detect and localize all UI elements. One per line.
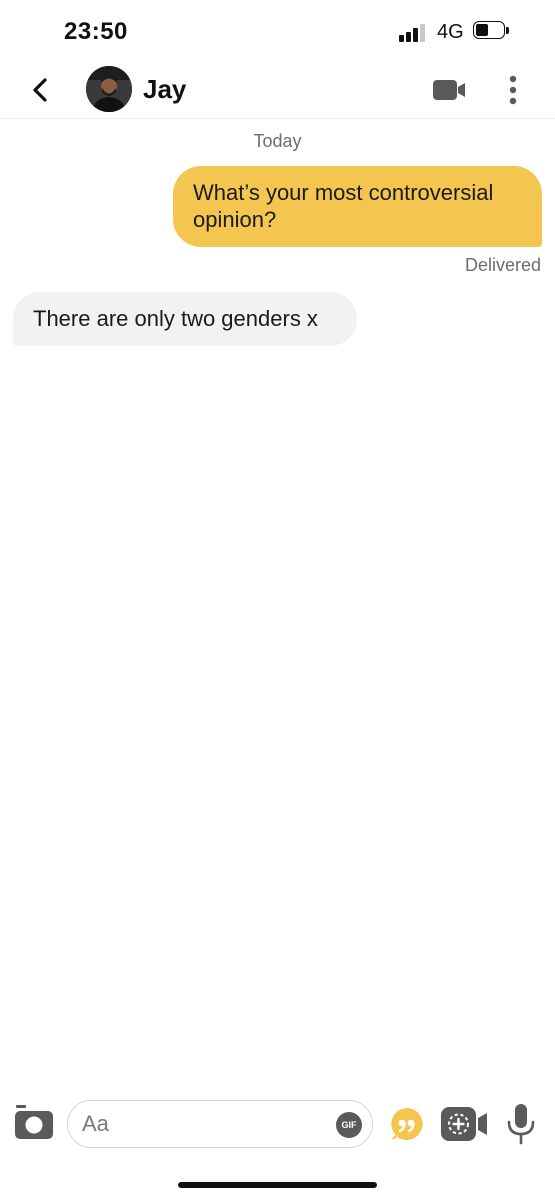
camera-button[interactable] bbox=[14, 1105, 54, 1141]
status-bar: 23:50 4G bbox=[0, 0, 555, 62]
camera-icon bbox=[15, 1105, 53, 1139]
voice-note-button[interactable] bbox=[506, 1103, 536, 1145]
back-button[interactable] bbox=[28, 74, 56, 106]
contact-name[interactable]: Jay bbox=[143, 74, 186, 105]
battery-icon bbox=[473, 21, 509, 41]
network-type: 4G bbox=[437, 21, 464, 43]
more-vertical-icon bbox=[509, 75, 517, 105]
gif-button[interactable]: GIF bbox=[336, 1112, 362, 1138]
video-call-button[interactable] bbox=[431, 78, 467, 102]
chat-header: Jay bbox=[0, 62, 555, 119]
opening-moves-button[interactable] bbox=[389, 1106, 425, 1142]
add-video-icon bbox=[441, 1107, 487, 1141]
delivery-status: Delivered bbox=[464, 255, 541, 275]
avatar[interactable] bbox=[86, 66, 132, 112]
day-separator: Today bbox=[253, 131, 302, 151]
add-video-button[interactable] bbox=[440, 1106, 488, 1142]
quote-bubble-icon bbox=[391, 1108, 423, 1140]
microphone-icon bbox=[507, 1104, 535, 1145]
video-camera-icon bbox=[433, 80, 465, 100]
more-options-button[interactable] bbox=[503, 74, 523, 106]
outgoing-message[interactable]: What’s your most controversial opinion? bbox=[173, 166, 542, 247]
message-composer: GIF bbox=[0, 1092, 555, 1156]
chevron-left-icon bbox=[33, 78, 47, 102]
status-time: 23:50 bbox=[64, 18, 128, 45]
incoming-message[interactable]: There are only two genders x bbox=[13, 292, 357, 346]
home-indicator[interactable] bbox=[178, 1182, 377, 1188]
message-input[interactable] bbox=[82, 1101, 332, 1146]
message-input-container[interactable]: GIF bbox=[67, 1100, 373, 1148]
signal-icon bbox=[399, 22, 429, 42]
